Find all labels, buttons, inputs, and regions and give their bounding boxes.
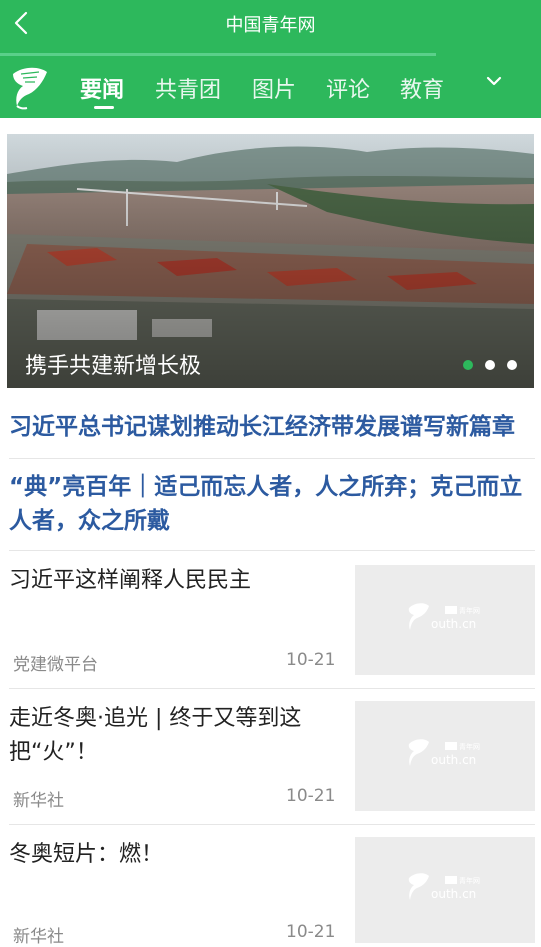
news-source: 新华社 (13, 791, 64, 811)
youth-watermark-icon: outh.cn 青年网 (408, 873, 480, 901)
title-bar: 中国青年网 (0, 0, 541, 56)
tab-yaowen[interactable]: 要闻 (80, 72, 124, 104)
banner-caption: 携手共建新增长极 (25, 354, 202, 379)
chevron-down-icon[interactable] (481, 70, 507, 92)
news-thumbnail[interactable]: outh.cn 青年网 (355, 837, 535, 943)
tab-tupian[interactable]: 图片 (252, 72, 296, 104)
carousel-dot-active[interactable] (463, 360, 473, 370)
news-source: 新华社 (13, 927, 64, 947)
news-title[interactable]: 习近平这样阐释人民民主 (9, 564, 334, 598)
svg-text:outh.cn: outh.cn (431, 617, 476, 631)
svg-text:青年网: 青年网 (459, 742, 480, 751)
news-date: 10-21 (286, 786, 336, 806)
category-nav: 要闻 共青团 图片 评论 教育 (0, 56, 541, 118)
headline-link[interactable]: “典”亮百年｜适己而忘人者，人之所弃；克己而立人者，众之所戴 (9, 470, 533, 538)
svg-text:outh.cn: outh.cn (431, 887, 476, 901)
youth-watermark-icon: outh.cn 青年网 (408, 603, 480, 631)
tab-gongqingtuan[interactable]: 共青团 (155, 72, 221, 104)
tab-jiaoyu[interactable]: 教育 (400, 72, 444, 104)
news-source: 党建微平台 (13, 655, 98, 675)
page-title: 中国青年网 (225, 15, 316, 36)
news-thumbnail[interactable]: outh.cn 青年网 (355, 565, 535, 675)
news-title[interactable]: 冬奥短片：燃！ (9, 838, 334, 872)
svg-text:青年网: 青年网 (459, 876, 480, 885)
carousel-dot[interactable] (485, 360, 495, 370)
tab-pinglun[interactable]: 评论 (326, 72, 370, 104)
active-tab-indicator (94, 106, 114, 109)
headline-link[interactable]: 习近平总书记谋划推动长江经济带发展谱写新篇章 (9, 410, 533, 444)
banner-carousel[interactable]: 携手共建新增长极 (7, 134, 534, 388)
carousel-dot[interactable] (507, 360, 517, 370)
divider (9, 458, 535, 459)
youth-watermark-icon: outh.cn 青年网 (408, 739, 480, 767)
news-title[interactable]: 走近冬奥·追光 | 终于又等到这把“火”！ (9, 702, 334, 770)
divider (9, 550, 535, 551)
svg-text:青年网: 青年网 (459, 606, 480, 615)
youth-logo-icon[interactable] (9, 64, 49, 110)
news-date: 10-21 (286, 922, 336, 942)
svg-text:outh.cn: outh.cn (431, 753, 476, 767)
news-date: 10-21 (286, 650, 336, 670)
news-thumbnail[interactable]: outh.cn 青年网 (355, 701, 535, 811)
divider (9, 824, 535, 825)
divider (9, 688, 535, 689)
